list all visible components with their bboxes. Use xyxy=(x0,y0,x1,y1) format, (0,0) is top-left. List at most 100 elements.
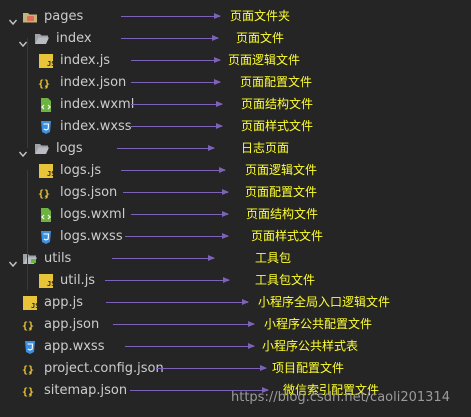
folder-pages-icon xyxy=(22,9,38,25)
svg-text:JS: JS xyxy=(47,280,54,288)
tree-item-label: index.wxml xyxy=(60,97,135,112)
annotation-arrow xyxy=(117,145,215,151)
wxss-file-icon xyxy=(38,119,54,135)
tree-item-util-js[interactable]: JS util.js 工具包文件 xyxy=(0,270,471,292)
wxml-file-icon xyxy=(38,97,54,113)
watermark: https://blog.csdn.net/caoli201314 xyxy=(231,390,450,405)
annotation-arrow xyxy=(112,255,215,261)
tree-item-label: logs.wxss xyxy=(60,229,123,244)
annotation-note: 工具包文件 xyxy=(255,273,316,287)
tree-item-label: logs.json xyxy=(60,185,118,200)
tree-item-label: utils xyxy=(44,251,72,266)
indent-guide xyxy=(27,38,28,148)
tree-item-label: index xyxy=(56,31,92,46)
wxss-file-icon xyxy=(22,339,38,355)
annotation-note: 页面样式文件 xyxy=(251,229,324,243)
svg-text:.: . xyxy=(28,322,33,331)
annotation-note: 页面文件夹 xyxy=(230,9,291,23)
annotation-arrow xyxy=(125,343,255,349)
folder-utils-icon xyxy=(22,251,38,267)
tree-item-index-wxss[interactable]: index.wxss 页面样式文件 xyxy=(0,116,471,138)
annotation-note: 页面逻辑文件 xyxy=(228,53,301,67)
json-file-icon: {}. xyxy=(22,383,38,399)
tree-item-label: logs xyxy=(56,141,83,156)
tree-item-label: pages xyxy=(44,9,84,24)
folder-open-icon xyxy=(34,31,50,47)
tree-item-label: app.wxss xyxy=(44,339,105,354)
tree-item-app-wxss[interactable]: app.wxss 小程序公共样式表 xyxy=(0,336,471,358)
annotation-arrow xyxy=(131,57,221,63)
chevron-down-icon[interactable] xyxy=(8,254,18,268)
annotation-arrow xyxy=(125,233,229,239)
tree-item-logs-js[interactable]: JS logs.js 页面逻辑文件 xyxy=(0,160,471,182)
svg-text:JS: JS xyxy=(47,60,54,68)
tree-item-index-wxml[interactable]: index.wxml 页面结构文件 xyxy=(0,94,471,116)
tree-item-index-json[interactable]: {}. index.json 页面配置文件 xyxy=(0,72,471,94)
tree-item-label: util.js xyxy=(60,273,96,288)
tree-item-utils[interactable]: utils 工具包 xyxy=(0,248,471,270)
tree-item-logs[interactable]: logs 日志页面 xyxy=(0,138,471,160)
annotation-arrow xyxy=(131,101,223,107)
tree-item-label: logs.wxml xyxy=(60,207,126,222)
svg-text:.: . xyxy=(28,366,33,375)
annotation-arrow xyxy=(105,277,230,283)
tree-item-label: index.js xyxy=(60,53,111,68)
annotation-note: 小程序全局入口逻辑文件 xyxy=(258,295,391,309)
tree-item-pages[interactable]: pages 页面文件夹 xyxy=(0,6,471,28)
annotation-note: 工具包 xyxy=(255,251,292,265)
annotation-note: 页面结构文件 xyxy=(246,207,319,221)
tree-item-logs-json[interactable]: {}. logs.json 页面配置文件 xyxy=(0,182,471,204)
js-file-icon: JS xyxy=(38,273,55,289)
tree-item-app-js[interactable]: JS app.js 小程序全局入口逻辑文件 xyxy=(0,292,471,314)
annotation-arrow xyxy=(121,167,226,173)
annotation-arrow xyxy=(113,321,255,327)
annotation-arrow xyxy=(121,35,219,41)
annotation-note: 日志页面 xyxy=(241,141,290,155)
tree-item-label: index.json xyxy=(60,75,127,90)
annotation-note: 页面样式文件 xyxy=(241,119,314,133)
tree-item-label: logs.js xyxy=(60,163,102,178)
annotation-note: 页面结构文件 xyxy=(241,97,314,111)
tree-item-logs-wxss[interactable]: logs.wxss 页面样式文件 xyxy=(0,226,471,248)
annotation-arrow xyxy=(131,211,229,217)
js-file-icon: JS xyxy=(22,295,39,311)
tree-item-index-js[interactable]: JS index.js 页面逻辑文件 xyxy=(0,50,471,72)
tree-item-label: app.json xyxy=(44,317,100,332)
tree-item-label: index.wxss xyxy=(60,119,132,134)
tree-item-project-config-json[interactable]: {}. project.config.json 项目配置文件 xyxy=(0,358,471,380)
annotation-arrow xyxy=(106,299,249,305)
wxml-file-icon xyxy=(38,207,54,223)
annotation-arrow xyxy=(123,189,229,195)
annotation-arrow xyxy=(131,79,221,85)
indent-guide xyxy=(27,170,28,280)
tree-item-app-json[interactable]: {}. app.json 小程序公共配置文件 xyxy=(0,314,471,336)
indent-guide xyxy=(27,270,28,290)
tree-item-label: sitemap.json xyxy=(44,383,128,398)
annotation-note: 页面配置文件 xyxy=(245,185,318,199)
json-file-icon: {}. xyxy=(22,317,38,333)
annotation-note: 项目配置文件 xyxy=(272,361,345,375)
svg-text:JS: JS xyxy=(31,302,38,310)
annotation-note: 页面文件 xyxy=(236,31,285,45)
tree-item-label: project.config.json xyxy=(44,361,164,376)
tree-item-index[interactable]: index 页面文件 xyxy=(0,28,471,50)
svg-text:.: . xyxy=(28,388,33,397)
json-file-icon: {}. xyxy=(22,361,38,377)
tree-item-label: app.js xyxy=(44,295,83,310)
tree-item-logs-wxml[interactable]: logs.wxml 页面结构文件 xyxy=(0,204,471,226)
svg-text:.: . xyxy=(44,80,49,89)
annotation-note: 小程序公共样式表 xyxy=(262,339,359,353)
json-file-icon: {}. xyxy=(38,185,54,201)
svg-text:.: . xyxy=(44,190,49,199)
annotation-arrow xyxy=(156,365,267,371)
chevron-down-icon[interactable] xyxy=(8,12,18,26)
annotation-note: 小程序公共配置文件 xyxy=(264,317,373,331)
js-file-icon: JS xyxy=(38,163,55,179)
svg-text:JS: JS xyxy=(47,170,54,178)
annotation-arrow xyxy=(121,13,221,19)
json-file-icon: {}. xyxy=(38,75,54,91)
annotation-note: 页面配置文件 xyxy=(240,75,313,89)
js-file-icon: JS xyxy=(38,53,55,69)
annotation-note: 页面逻辑文件 xyxy=(245,163,318,177)
wxss-file-icon xyxy=(38,229,54,245)
